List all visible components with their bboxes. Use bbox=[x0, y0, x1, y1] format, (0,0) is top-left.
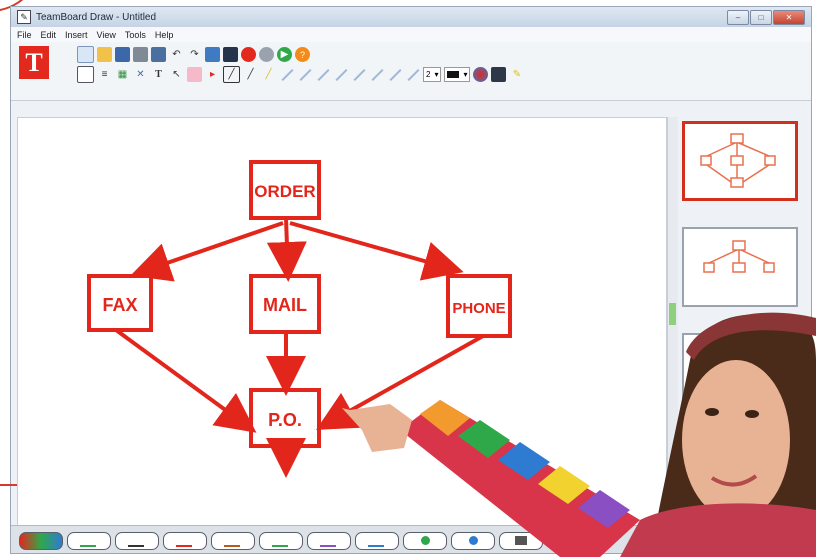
minimize-button[interactable]: – bbox=[727, 10, 749, 25]
color-pens-tab[interactable] bbox=[19, 532, 63, 550]
canvas-scrollbar[interactable] bbox=[667, 117, 678, 525]
page-thumbnail-1[interactable] bbox=[682, 121, 798, 201]
open-folder-icon[interactable] bbox=[97, 47, 112, 62]
save-icon[interactable] bbox=[115, 47, 130, 62]
color-palette-icon[interactable] bbox=[473, 67, 489, 82]
lines-icon[interactable]: ≡ bbox=[97, 67, 112, 82]
page-1-preview bbox=[700, 133, 776, 188]
menu-tools[interactable]: Tools bbox=[125, 30, 146, 40]
text-tool-icon[interactable]: T bbox=[151, 67, 166, 82]
clear-icon[interactable]: ✕ bbox=[133, 67, 148, 82]
grid-icon[interactable]: ▦ bbox=[115, 67, 130, 82]
toolbar: T ↶ ↷ ▶ ? ≡ ▦ ✕ T ↖ ▸ ╱ ╱ ╱ 2 ▾ ▾ ✎ bbox=[11, 42, 811, 101]
menu-file[interactable]: File bbox=[17, 30, 32, 40]
page-thumbnail-3[interactable] bbox=[682, 333, 798, 413]
line-style-1-icon[interactable] bbox=[279, 67, 294, 82]
help-icon[interactable]: ? bbox=[295, 47, 310, 62]
highlighter-icon[interactable]: ╱ bbox=[261, 67, 276, 82]
color-swatch bbox=[447, 71, 460, 78]
page-thumbnails-panel bbox=[679, 117, 809, 525]
pencil-icon[interactable]: ✎ bbox=[509, 67, 524, 82]
phone-label: PHONE bbox=[452, 300, 505, 317]
color-select[interactable]: ▾ bbox=[444, 67, 471, 82]
screen-capture-icon[interactable] bbox=[205, 47, 220, 62]
line-style-2-icon[interactable] bbox=[297, 67, 312, 82]
print-tab[interactable] bbox=[499, 532, 543, 550]
order-label: ORDER bbox=[254, 182, 315, 201]
eraser-tab[interactable] bbox=[403, 532, 447, 550]
drawing-canvas[interactable]: ORDER FAX MAIL PHONE P.O. bbox=[17, 117, 667, 527]
line-style-3-icon[interactable] bbox=[315, 67, 330, 82]
line-style-5-icon[interactable] bbox=[351, 67, 366, 82]
page-thumbnail-2[interactable] bbox=[682, 227, 798, 307]
flowchart-drawing: ORDER FAX MAIL PHONE P.O. bbox=[87, 160, 512, 478]
pen-tab-7[interactable] bbox=[355, 532, 399, 550]
record-icon[interactable] bbox=[241, 47, 256, 62]
toolbar-row-2: ≡ ▦ ✕ T ↖ ▸ ╱ ╱ ╱ 2 ▾ ▾ ✎ bbox=[77, 66, 524, 83]
teamboard-logo: T bbox=[19, 46, 49, 79]
line-style-6-icon[interactable] bbox=[369, 67, 384, 82]
erase-all-tab[interactable] bbox=[451, 532, 495, 550]
pen-tray-bar bbox=[11, 525, 811, 553]
line-style-8-icon[interactable] bbox=[405, 67, 420, 82]
title-bar: ✎ TeamBoard Draw - Untitled – □ ✕ bbox=[11, 7, 811, 27]
mail-label: MAIL bbox=[263, 295, 307, 315]
maximize-button[interactable]: □ bbox=[750, 10, 772, 25]
stop-icon[interactable] bbox=[259, 47, 274, 62]
arrow-order-mail bbox=[266, 217, 307, 282]
pen-tab-4[interactable] bbox=[211, 532, 255, 550]
eraser-icon[interactable] bbox=[187, 67, 202, 82]
window-title: TeamBoard Draw - Untitled bbox=[36, 11, 157, 23]
menu-insert[interactable]: Insert bbox=[65, 30, 88, 40]
whiteboard-icon[interactable] bbox=[77, 66, 94, 83]
arrow-order-fax bbox=[130, 221, 284, 282]
expand-arrow-icon[interactable]: ▸ bbox=[205, 67, 220, 82]
play-icon[interactable]: ▶ bbox=[277, 47, 292, 62]
screen-icon[interactable] bbox=[491, 67, 507, 82]
chevron-down-icon: ▾ bbox=[463, 70, 468, 79]
app-pen-icon: ✎ bbox=[17, 10, 31, 24]
pen-tab-3[interactable] bbox=[163, 532, 207, 550]
menu-bar: File Edit Insert View Tools Help bbox=[11, 27, 811, 42]
menu-edit[interactable]: Edit bbox=[41, 30, 57, 40]
menu-help[interactable]: Help bbox=[155, 30, 174, 40]
pen-box-icon[interactable]: ╱ bbox=[223, 66, 240, 83]
arrow-phone-po bbox=[316, 334, 484, 430]
menu-view[interactable]: View bbox=[97, 30, 116, 40]
camera-icon[interactable] bbox=[223, 47, 238, 62]
arrow-fax-po bbox=[114, 328, 257, 433]
new-doc-icon[interactable] bbox=[77, 46, 94, 63]
po-label: P.O. bbox=[268, 410, 302, 430]
fax-label: FAX bbox=[102, 295, 137, 315]
scanner-icon[interactable] bbox=[151, 47, 166, 62]
close-button[interactable]: ✕ bbox=[773, 10, 805, 25]
line-style-4-icon[interactable] bbox=[333, 67, 348, 82]
chevron-down-icon: ▾ bbox=[434, 70, 439, 79]
page-2-preview bbox=[703, 240, 775, 273]
pen-tab-2[interactable] bbox=[115, 532, 159, 550]
line-width-select[interactable]: 2 ▾ bbox=[423, 67, 442, 82]
print-icon[interactable] bbox=[133, 47, 148, 62]
pen-tab-1[interactable] bbox=[67, 532, 111, 550]
decorative-line bbox=[0, 484, 17, 486]
pen-tab-6[interactable] bbox=[307, 532, 351, 550]
app-window: ✎ TeamBoard Draw - Untitled – □ ✕ File E… bbox=[10, 6, 812, 554]
arrow-order-phone bbox=[289, 221, 464, 281]
toolbar-row-1: ↶ ↷ ▶ ? bbox=[77, 46, 310, 63]
line-width-value: 2 bbox=[426, 70, 431, 79]
pen-tab-5[interactable] bbox=[259, 532, 303, 550]
redo-icon[interactable]: ↷ bbox=[187, 47, 202, 62]
pen-icon[interactable]: ╱ bbox=[243, 67, 258, 82]
line-style-7-icon[interactable] bbox=[387, 67, 402, 82]
scrollbar-thumb[interactable] bbox=[669, 303, 676, 325]
select-arrow-icon[interactable]: ↖ bbox=[169, 67, 184, 82]
undo-icon[interactable]: ↶ bbox=[169, 47, 184, 62]
